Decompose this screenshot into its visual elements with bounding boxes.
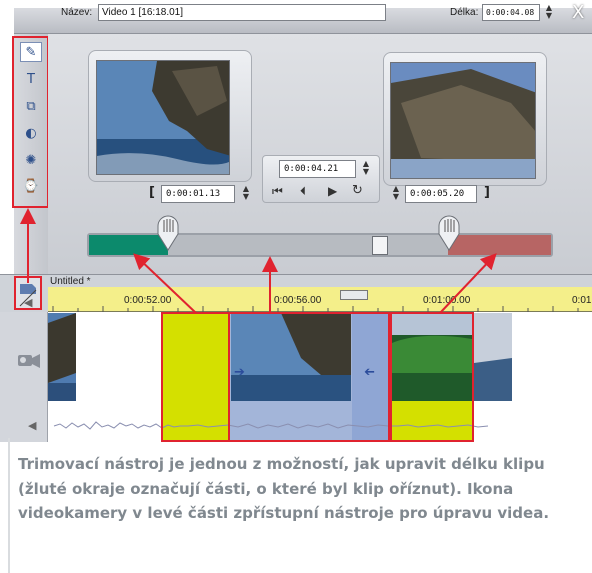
annotation-arrows bbox=[20, 208, 497, 314]
caption-rule bbox=[8, 438, 10, 573]
figure-caption: Trimovací nástroj je jednou z možností, … bbox=[18, 455, 550, 522]
